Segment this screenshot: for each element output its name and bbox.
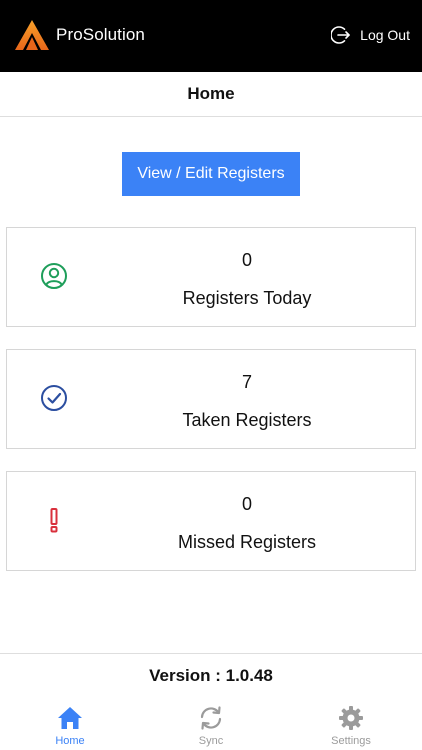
tab-settings[interactable]: Settings — [301, 704, 401, 747]
top-app-bar: ProSolution Log Out — [0, 0, 422, 72]
missed-registers-card[interactable]: 0 Missed Registers — [6, 471, 416, 571]
tab-settings-label: Settings — [331, 735, 371, 747]
gear-icon — [339, 706, 363, 730]
missed-registers-label: Missed Registers — [177, 532, 317, 552]
page-title: Home — [187, 84, 235, 103]
registers-today-label: Registers Today — [182, 288, 312, 308]
missed-registers-count: 0 — [241, 494, 252, 514]
user-circle-icon — [40, 262, 68, 290]
registers-today-card[interactable]: 0 Registers Today — [6, 227, 416, 327]
check-circle-icon — [40, 384, 68, 412]
tab-sync[interactable]: Sync — [161, 704, 261, 747]
home-icon — [58, 707, 82, 729]
sync-icon — [200, 706, 222, 730]
logout-button[interactable]: Log Out — [331, 25, 410, 45]
app-name: ProSolution — [56, 25, 145, 44]
page-header: Home — [0, 72, 422, 117]
registers-today-count: 0 — [241, 250, 252, 270]
version-text: Version : 1.0.48 — [149, 666, 273, 685]
tab-bar: Home Sync Settings — [0, 698, 422, 750]
taken-registers-count: 7 — [241, 372, 252, 392]
logout-icon — [331, 26, 350, 44]
version-bar: Version : 1.0.48 — [0, 653, 422, 699]
brand: ProSolution — [14, 19, 145, 51]
exclamation-icon — [40, 506, 68, 534]
tab-home-label: Home — [55, 735, 85, 747]
view-edit-registers-button[interactable]: View / Edit Registers — [122, 152, 300, 196]
prosolution-logo-icon — [15, 20, 49, 50]
logout-label: Log Out — [360, 27, 410, 43]
tab-home[interactable]: Home — [20, 704, 120, 747]
taken-registers-card[interactable]: 7 Taken Registers — [6, 349, 416, 449]
taken-registers-label: Taken Registers — [182, 410, 312, 430]
tab-sync-label: Sync — [198, 735, 224, 747]
